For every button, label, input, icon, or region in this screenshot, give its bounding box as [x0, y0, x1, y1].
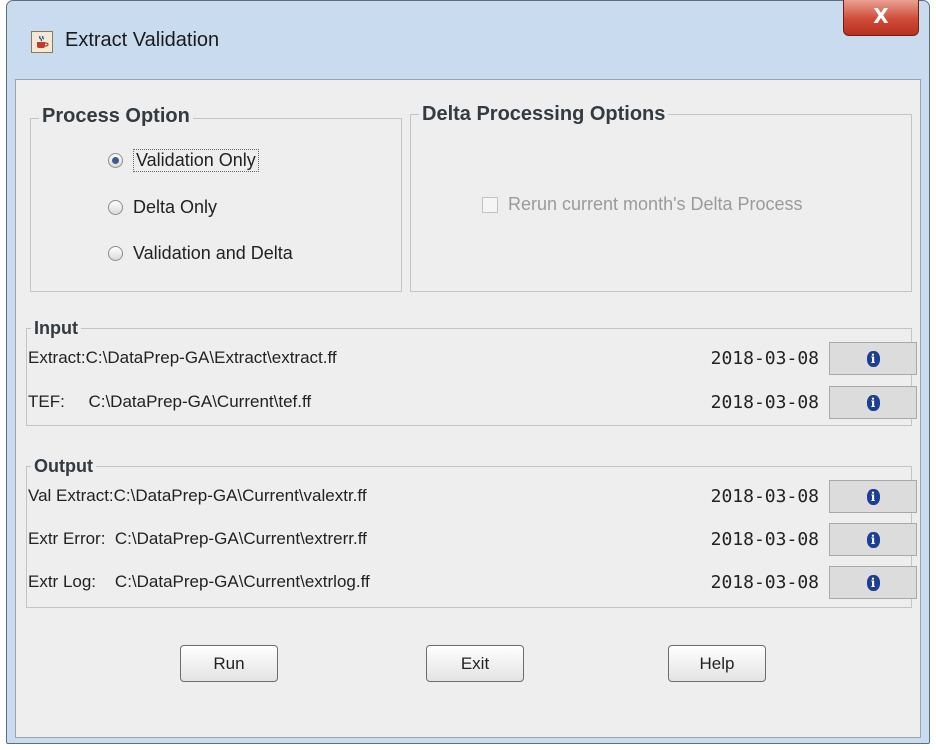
radio-button[interactable] [108, 200, 123, 215]
radio-button[interactable] [108, 246, 123, 261]
input-title: Input [31, 318, 81, 339]
file-path: Val Extract:C:\DataPrep-GA\Current\valex… [28, 486, 367, 505]
rerun-delta-checkbox-row[interactable]: Rerun current month's Delta Process [482, 194, 803, 215]
info-button[interactable]: i [829, 566, 917, 599]
delta-processing-title: Delta Processing Options [419, 103, 669, 126]
radio-validation-and-delta[interactable]: Validation and Delta [108, 243, 293, 264]
radio-delta-only[interactable]: Delta Only [108, 197, 217, 218]
output-valextract-row: Val Extract:C:\DataPrep-GA\Current\valex… [16, 478, 922, 514]
file-path: TEF: C:\DataPrep-GA\Current\tef.ff [28, 392, 312, 411]
file-date: 2018-03-08 [710, 486, 819, 507]
file-path: Extr Error: C:\DataPrep-GA\Current\extre… [28, 529, 367, 548]
info-icon: i [866, 531, 880, 548]
info-button[interactable]: i [829, 523, 917, 556]
title-bar[interactable]: Extract Validation X [7, 0, 929, 79]
info-icon: i [866, 574, 880, 591]
exit-button[interactable]: Exit [426, 645, 524, 682]
radio-validation-only[interactable]: Validation Only [108, 149, 259, 172]
radio-label-delta-only: Delta Only [133, 197, 218, 217]
window-title: Extract Validation [65, 29, 220, 51]
output-title: Output [31, 456, 96, 477]
file-date: 2018-03-08 [710, 392, 819, 413]
rerun-delta-checkbox[interactable] [482, 196, 498, 213]
java-cup-icon [31, 31, 53, 53]
info-button[interactable]: i [829, 386, 917, 419]
close-button[interactable]: X [843, 0, 919, 36]
help-button[interactable]: Help [668, 645, 766, 682]
run-button[interactable]: Run [180, 645, 278, 682]
radio-label-validation-and-delta: Validation and Delta [133, 243, 293, 263]
file-date: 2018-03-08 [710, 348, 819, 369]
dialog-body: Process Option Validation Only Delta Onl… [15, 79, 921, 738]
input-extract-row: Extract:C:\DataPrep-GA\Extract\extract.f… [16, 340, 922, 376]
radio-label-validation-only: Validation Only [133, 149, 259, 172]
input-tef-row: TEF: C:\DataPrep-GA\Current\tef.ff 2018-… [16, 384, 922, 420]
file-path: Extract:C:\DataPrep-GA\Extract\extract.f… [28, 348, 337, 367]
file-path: Extr Log: C:\DataPrep-GA\Current\extrlog… [28, 572, 370, 591]
radio-button-checked[interactable] [108, 153, 123, 168]
info-button[interactable]: i [829, 480, 917, 513]
info-icon: i [866, 350, 880, 367]
info-button[interactable]: i [829, 342, 917, 375]
output-extrlog-row: Extr Log: C:\DataPrep-GA\Current\extrlog… [16, 564, 922, 600]
rerun-delta-label: Rerun current month's Delta Process [508, 194, 803, 214]
info-icon: i [866, 394, 880, 411]
extract-validation-window: Extract Validation X Process Option Vali… [6, 0, 930, 744]
file-date: 2018-03-08 [710, 572, 819, 593]
process-option-title: Process Option [39, 105, 193, 128]
info-icon: i [866, 488, 880, 505]
file-date: 2018-03-08 [710, 529, 819, 550]
output-extrerror-row: Extr Error: C:\DataPrep-GA\Current\extre… [16, 521, 922, 557]
